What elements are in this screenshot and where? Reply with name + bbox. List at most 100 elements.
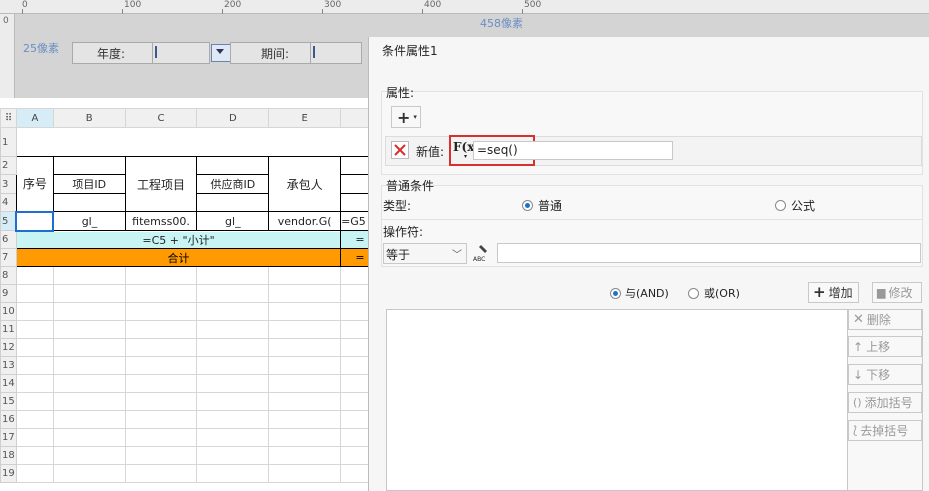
ruler-label-400: 400 <box>424 0 442 10</box>
row-header[interactable]: 16 <box>0 410 17 429</box>
row-header[interactable]: 9 <box>0 284 17 303</box>
formula-button[interactable]: F(x) ▾ <box>452 139 480 161</box>
row-header[interactable]: 8 <box>0 266 17 285</box>
selected-cell-a5[interactable] <box>15 210 55 232</box>
svg-text:ABC: ABC <box>473 256 485 263</box>
modify-button[interactable]: ▆ 修改 <box>872 282 922 303</box>
panel-height-note: 25像素 <box>23 42 59 55</box>
col-header-c[interactable]: C <box>124 108 198 128</box>
condition-list[interactable] <box>386 309 848 491</box>
row-header[interactable]: 11 <box>0 320 17 339</box>
cell-e5[interactable]: vendor.G( <box>268 211 342 231</box>
year-input[interactable] <box>152 42 210 64</box>
row-header[interactable]: 6 <box>0 230 17 249</box>
ruler-label-200: 200 <box>224 0 242 10</box>
total-cell[interactable]: 合计 <box>15 248 342 267</box>
year-label: 年度: <box>97 47 126 61</box>
cell-b5[interactable]: gl_ <box>52 211 126 231</box>
chevron-down-icon: ﹀ <box>452 250 462 261</box>
type-formula-radio[interactable] <box>775 200 786 211</box>
ruler-label-500: 500 <box>524 0 542 10</box>
row-header[interactable]: 15 <box>0 392 17 411</box>
header-project-name[interactable]: 工程项目 <box>124 156 198 212</box>
horizontal-ruler: 0 100 200 300 400 500 <box>0 0 929 14</box>
period-input[interactable] <box>310 42 362 64</box>
condition-value-input[interactable] <box>497 243 921 263</box>
remove-bracket-icon: ⟅ <box>853 424 858 437</box>
type-formula-label: 公式 <box>791 199 816 213</box>
or-label: 或(OR) <box>704 287 740 300</box>
arrow-down-icon: ↓ <box>853 367 864 382</box>
move-up-button[interactable]: ↑ 上移 <box>848 336 922 357</box>
row-header[interactable]: 3 <box>0 174 17 194</box>
row-header[interactable]: 17 <box>0 428 17 447</box>
move-down-button[interactable]: ↓ 下移 <box>848 364 922 385</box>
row-header[interactable]: 14 <box>0 374 17 393</box>
add-bracket-button[interactable]: () 添加括号 <box>848 392 922 413</box>
add-attribute-button[interactable]: + ▾ <box>391 106 421 128</box>
condition-attributes-dialog: 条件属性1 属性: + ▾ 新值: F(x) ▾ =seq() 普通条件 类型: … <box>368 37 929 491</box>
vertical-ruler-label: 0 <box>3 16 9 26</box>
header-project-id[interactable]: 项目ID <box>52 174 126 194</box>
panel-extension: 458像素 <box>380 14 929 37</box>
row-header[interactable]: 13 <box>0 356 17 375</box>
row-header[interactable]: 2 <box>0 156 17 175</box>
vertical-ruler: 0 <box>0 14 15 98</box>
attributes-label: 属性: <box>386 86 415 100</box>
and-radio[interactable] <box>610 288 621 299</box>
dropdown-arrow-icon <box>216 49 224 54</box>
edit-icon: ▆ <box>877 286 886 299</box>
delete-button[interactable]: ✕ 删除 <box>848 309 922 330</box>
dialog-titlebar[interactable]: 条件属性1 <box>369 37 929 65</box>
type-normal-radio[interactable] <box>522 200 533 211</box>
row-header[interactable]: 18 <box>0 446 17 465</box>
row-header[interactable]: 7 <box>0 248 17 267</box>
close-icon <box>394 144 406 156</box>
subtotal-cell[interactable]: =C5 + "小计" <box>15 230 342 249</box>
add-button[interactable]: + 增加 <box>808 282 859 303</box>
year-dropdown-button[interactable] <box>211 44 231 62</box>
dialog-title: 条件属性1 <box>382 44 438 58</box>
col-header-a[interactable]: A <box>15 108 54 128</box>
row-header[interactable]: 1 <box>0 127 17 157</box>
cell-d5[interactable]: gl_ <box>196 211 270 231</box>
operator-label: 操作符: <box>383 225 424 239</box>
type-label: 类型: <box>383 199 412 213</box>
ruler-label-300: 300 <box>324 0 342 10</box>
or-radio[interactable] <box>688 288 699 299</box>
general-condition-label: 普通条件 <box>386 179 435 193</box>
row-header[interactable]: 10 <box>0 302 17 321</box>
spreadsheet-grid[interactable]: ⠿ A B C D E 1 2 序号 工程项目 承包人 3 项目ID 供应商ID <box>0 108 380 491</box>
remove-attribute-button[interactable] <box>391 141 409 159</box>
col-header-b[interactable]: B <box>52 108 126 128</box>
header-supplier-id[interactable]: 供应商ID <box>196 174 270 194</box>
col-header-d[interactable]: D <box>196 108 270 128</box>
corner-cell[interactable]: ⠿ <box>0 108 17 128</box>
plus-icon: + <box>813 283 826 301</box>
remove-bracket-button[interactable]: ⟅ 去掉括号 <box>848 420 922 441</box>
parameter-panel: 25像素 年度: 期间: <box>15 14 380 98</box>
ruler-label-100: 100 <box>124 0 142 10</box>
bracket-icon: () <box>853 396 862 409</box>
header-contractor[interactable]: 承包人 <box>268 156 342 212</box>
period-label: 期间: <box>261 47 290 61</box>
row-header[interactable]: 19 <box>0 464 17 483</box>
header-seq[interactable]: 序号 <box>15 156 54 212</box>
type-normal-label: 普通 <box>538 199 563 213</box>
table-row[interactable] <box>15 127 380 157</box>
row-header[interactable]: 12 <box>0 338 17 357</box>
new-value-label: 新值: <box>416 145 445 159</box>
new-value-input[interactable]: =seq() <box>473 141 673 160</box>
period-label-box: 期间: <box>230 42 312 64</box>
operator-select[interactable]: 等于 ﹀ <box>383 243 467 264</box>
panel-width-note: 458像素 <box>480 17 523 30</box>
cell-c5[interactable]: fitemss00. <box>124 211 198 231</box>
row-header[interactable]: 4 <box>0 193 17 212</box>
and-label: 与(AND) <box>625 287 669 300</box>
chevron-down-icon: ▾ <box>413 113 417 121</box>
row-header[interactable]: 5 <box>0 211 17 231</box>
arrow-up-icon: ↑ <box>853 339 864 354</box>
year-label-box: 年度: <box>72 42 154 64</box>
value-type-button[interactable]: ABC <box>472 243 492 264</box>
col-header-e[interactable]: E <box>268 108 342 128</box>
